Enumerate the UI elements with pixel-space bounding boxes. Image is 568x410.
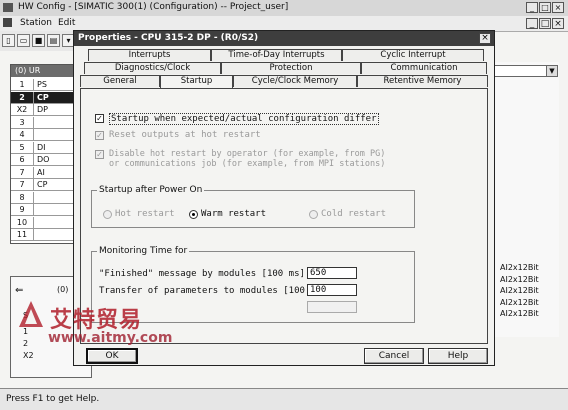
rack-slot-number: 7	[11, 166, 34, 178]
hot-restart-label: Hot restart	[115, 209, 175, 219]
watermark: 艾特贸易 www.aitmy.com	[18, 300, 198, 348]
cold-restart-radio[interactable]	[309, 210, 318, 219]
rack-slot-number: 5	[11, 141, 34, 153]
tab-startup[interactable]: Startup	[160, 75, 233, 88]
catalog-item[interactable]: AI2x12Bit	[500, 263, 539, 272]
warm-restart-label: Warm restart	[201, 209, 267, 219]
rack-module-name: CP	[37, 92, 49, 102]
rack-slot-number: 7	[11, 179, 34, 190]
doc-restore-button[interactable]: □	[539, 18, 551, 29]
rack-slot-number: 1	[11, 79, 34, 90]
detail-row: X2	[23, 351, 34, 360]
rack-slot-number: 2	[11, 91, 34, 103]
dialog-title: Properties - CPU 315-2 DP - (R0/S2)	[78, 33, 259, 43]
rack-module-name: AI	[37, 167, 45, 177]
doc-close-button[interactable]: ×	[552, 18, 564, 29]
rack-module-name: DP	[37, 105, 48, 114]
tab-cycle-clock-memory[interactable]: Cycle/Clock Memory	[233, 75, 357, 87]
tab-interrupts[interactable]: Interrupts	[88, 49, 211, 61]
tab-communication[interactable]: Communication	[361, 62, 487, 74]
ok-button[interactable]: OK	[86, 348, 138, 364]
finished-message-label: "Finished" message by modules [100 ms]:	[99, 269, 311, 279]
close-icon[interactable]: ×	[479, 33, 491, 44]
tab-retentive-memory[interactable]: Retentive Memory	[357, 75, 488, 87]
catalog-item[interactable]: AI2x12Bit	[500, 286, 539, 295]
help-button[interactable]: Help	[428, 348, 488, 364]
warm-restart-radio[interactable]	[189, 210, 198, 219]
tab-protection[interactable]: Protection	[221, 62, 361, 74]
monitoring-time-title: Monitoring Time for	[97, 246, 190, 256]
cold-restart-label: Cold restart	[321, 209, 387, 219]
open-icon[interactable]: ▭	[17, 34, 30, 47]
startup-config-differ-checkbox[interactable]: ✓	[95, 114, 104, 123]
rack-slot-number: 11	[11, 229, 34, 240]
rack-slot-number: X2	[11, 104, 34, 115]
new-icon[interactable]: ▯	[2, 34, 15, 47]
minimize-button[interactable]: _	[526, 2, 538, 13]
rack-slot-number: 9	[11, 204, 34, 215]
startup-power-on-title: Startup after Power On	[97, 185, 205, 195]
toolbar: ▯ ▭ ■ ▤ ▾	[0, 31, 80, 51]
catalog-item[interactable]: AI2x12Bit	[500, 309, 539, 318]
rack-slot-number: 3	[11, 116, 34, 128]
app-icon	[3, 3, 13, 12]
third-monitoring-input[interactable]	[307, 301, 357, 313]
tab-general[interactable]: General	[80, 75, 160, 87]
transfer-parameters-input[interactable]: 100	[307, 284, 357, 296]
reset-outputs-checkbox[interactable]: ✓	[95, 131, 104, 140]
transfer-parameters-label: Transfer of parameters to modules [100	[99, 286, 305, 296]
rack-module-name: PS	[37, 80, 47, 89]
startup-config-differ-label: Startup when expected/actual configurati…	[109, 113, 379, 125]
rack-slot-number: 4	[11, 129, 34, 140]
tab-cyclic-interrupt[interactable]: Cyclic Interrupt	[342, 49, 484, 61]
rack-slot-number: 10	[11, 216, 34, 228]
rack-module-name: DO	[37, 155, 50, 164]
catalog-profile-dropdown[interactable]: ▼	[492, 65, 558, 77]
menu-doc-icon	[3, 18, 12, 27]
back-arrow-icon[interactable]: ⇐	[15, 285, 23, 296]
rack-module-name: CP	[37, 180, 48, 189]
hardware-catalog-panel	[492, 62, 559, 337]
disable-hot-restart-label-line2: or communications job (for example, from…	[109, 159, 386, 169]
watermark-logo-icon	[19, 301, 43, 327]
cancel-button[interactable]: Cancel	[364, 348, 424, 364]
menu-edit[interactable]: Edit	[58, 18, 75, 28]
watermark-url: www.aitmy.com	[48, 330, 173, 346]
rack-slot-number: 8	[11, 191, 34, 203]
status-bar: Press F1 to get Help.	[0, 388, 568, 410]
menu-station[interactable]: Station	[20, 18, 52, 28]
hot-restart-radio[interactable]	[103, 210, 112, 219]
finished-message-input[interactable]: 650	[307, 267, 357, 279]
reset-outputs-label: Reset outputs at hot restart	[109, 130, 261, 140]
tab-time-of-day-interrupts[interactable]: Time-of-Day Interrupts	[211, 49, 342, 61]
rack-module-name: DI	[37, 142, 46, 152]
status-text: Press F1 to get Help.	[6, 394, 100, 404]
rack-slot-number: 6	[11, 154, 34, 165]
detail-station-label: (0)	[57, 285, 69, 294]
save-icon[interactable]: ■	[32, 34, 45, 47]
disable-hot-restart-checkbox[interactable]: ✓	[95, 150, 104, 159]
chevron-down-icon: ▼	[546, 66, 557, 76]
print-icon[interactable]: ▤	[47, 34, 60, 47]
disable-hot-restart-label: Disable hot restart by operator (for exa…	[109, 149, 386, 159]
maximize-button[interactable]: □	[539, 2, 551, 13]
app-title: HW Config - [SIMATIC 300(1) (Configurati…	[18, 2, 289, 12]
app-close-button[interactable]: ×	[552, 2, 564, 13]
app-titlebar: HW Config - [SIMATIC 300(1) (Configurati…	[0, 0, 568, 17]
catalog-item[interactable]: AI2x12Bit	[500, 275, 539, 284]
tab-diagnostics-clock[interactable]: Diagnostics/Clock	[84, 62, 221, 74]
catalog-item[interactable]: AI2x12Bit	[500, 298, 539, 307]
doc-minimize-button[interactable]: _	[526, 18, 538, 29]
dialog-titlebar: Properties - CPU 315-2 DP - (R0/S2) ×	[74, 31, 494, 46]
